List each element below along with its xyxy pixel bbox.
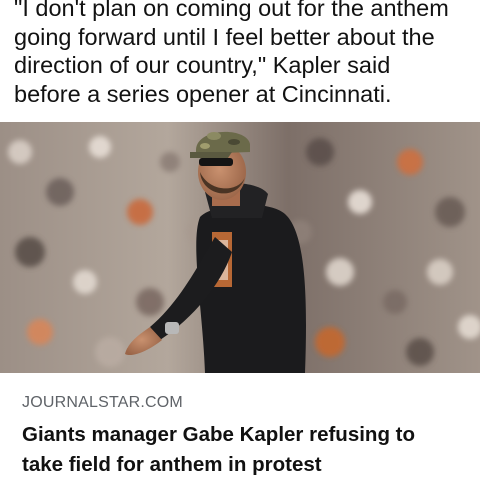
caption-line: going forward until I feel better about … <box>14 23 435 50</box>
headline-line: Giants manager Gabe Kapler refusing to <box>22 423 416 446</box>
caption-line: before a series opener at Cincinnati. <box>14 80 392 107</box>
headline-line: take field for anthem in protest <box>22 453 322 476</box>
post-caption: "I don't plan on coming out for the anth… <box>14 0 476 108</box>
source-domain: JOURNALSTAR.COM <box>22 394 183 411</box>
caption-line: direction of our country," Kapler said <box>14 52 391 78</box>
article-headline[interactable]: Giants manager Gabe Kapler refusing to t… <box>22 420 472 480</box>
caption-line: "I don't plan on coming out for the anth… <box>14 0 449 21</box>
article-photo[interactable] <box>0 122 480 373</box>
social-post: "I don't plan on coming out for the anth… <box>0 0 480 480</box>
link-preview-text[interactable]: JOURNALSTAR.COM Giants manager Gabe Kapl… <box>0 373 480 480</box>
link-preview-card[interactable]: JOURNALSTAR.COM Giants manager Gabe Kapl… <box>0 122 480 480</box>
